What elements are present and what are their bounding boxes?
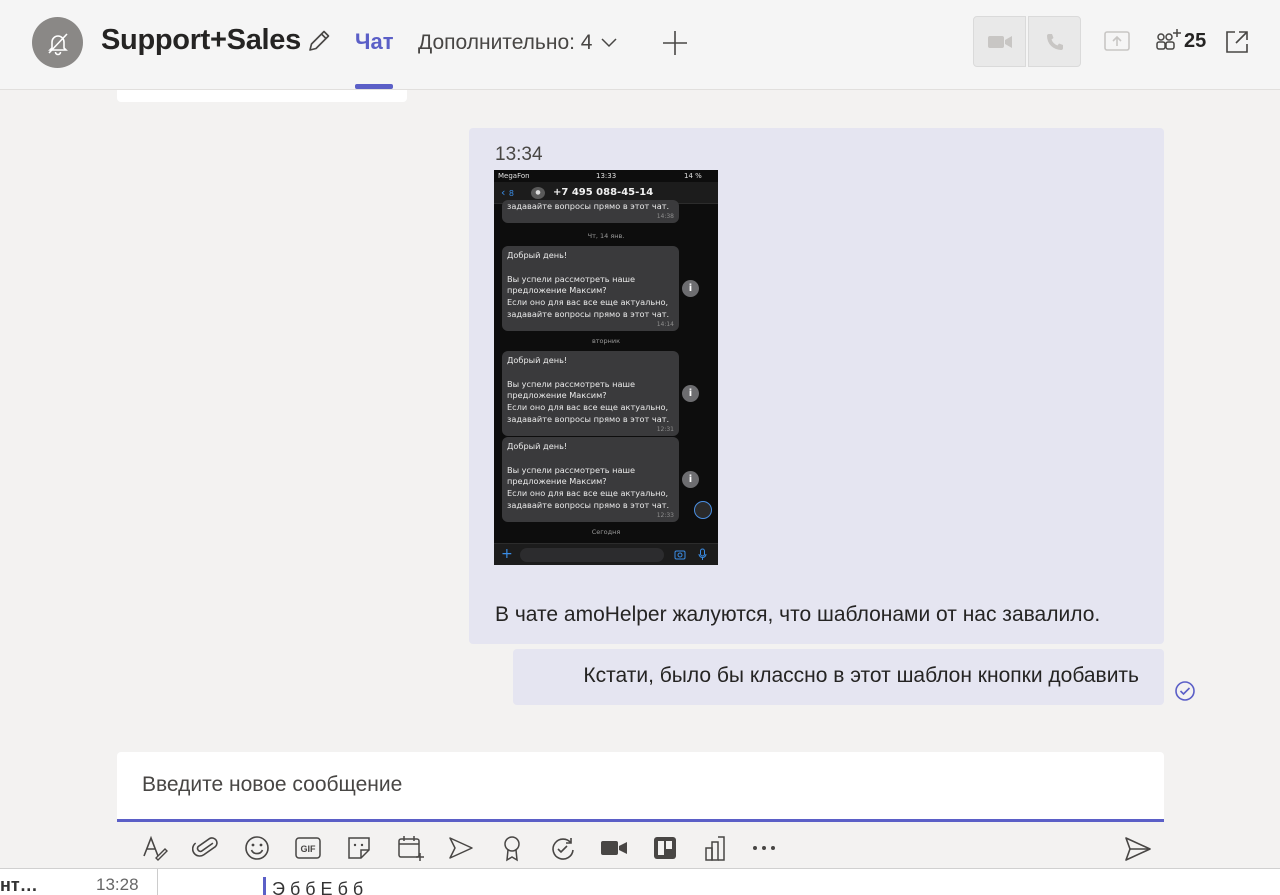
attached-screenshot-image[interactable]: MegaFon 13:33 14 % ‹ 8 ● +7 495 088-45-1… [494,170,718,565]
format-icon[interactable] [140,833,170,863]
compose-box[interactable] [117,752,1164,822]
video-call-button[interactable] [973,16,1026,67]
chat-header: Support+Sales Чат Дополнительно: 4 25 [0,0,1280,90]
analytics-icon[interactable] [701,833,731,863]
schedule-meeting-icon[interactable] [395,833,425,863]
phone-battery: 14 % [684,172,702,180]
message-bubble-followup[interactable]: Кстати, было бы классно в этот шаблон кн… [513,649,1164,705]
phone-icon [1046,33,1063,50]
phone-info-icon: i [682,385,699,402]
background-timestamp: 13:28 [96,875,139,894]
phone-status-bar: MegaFon 13:33 14 % [494,170,718,182]
phone-mic-icon [698,548,707,560]
active-tab-indicator [355,84,393,89]
previous-message-card [117,90,407,102]
background-divider [157,869,158,895]
background-text: Э б б Е б б [272,879,364,895]
video-camera-icon [987,35,1012,48]
tab-more-label: Дополнительно: 4 [418,31,593,54]
message-bubble[interactable]: 13:34 MegaFon 13:33 14 % ‹ 8 ● +7 495 08… [469,128,1164,644]
pop-out-icon[interactable] [1224,29,1250,55]
phone-camera-icon [674,550,686,560]
phone-date-divider: Чт, 14 янв. [587,232,625,240]
phone-date-divider: вторник [591,337,621,345]
stream-icon[interactable] [446,833,476,863]
share-screen-icon[interactable] [1103,29,1131,55]
phone-clock: 13:33 [596,172,617,180]
message-timestamp: 13:34 [495,144,543,165]
tab-more-dropdown[interactable]: Дополнительно: 4 [418,31,617,55]
phone-bubble: Добрый день! Вы успели рассмотреть наше … [502,351,679,436]
edit-pencil-icon[interactable] [306,28,332,54]
chevron-down-icon [600,38,617,48]
audio-call-button[interactable] [1028,16,1081,67]
message-input[interactable] [142,773,1142,797]
phone-contact-number: +7 495 088-45-14 [553,187,654,198]
message-text: В чате amoHelper жалуются, что шаблонами… [495,603,1101,626]
phone-info-icon: i [682,471,699,488]
phone-contact-avatar: ● [531,187,545,199]
phone-info-icon: i [682,280,699,297]
phone-bubble: Добрый день! Вы успели рассмотреть наше … [502,437,679,522]
emoji-icon[interactable] [242,833,272,863]
attach-icon[interactable] [191,833,221,863]
phone-date-divider: Сегодня [591,528,621,536]
svg-text:GIF: GIF [301,844,317,854]
phone-bubble: Добрый день! Вы успели рассмотреть наше … [502,246,679,331]
phone-plus-icon: + [501,546,513,562]
participants-count: 25 [1184,29,1207,52]
add-tab-icon[interactable] [660,28,690,58]
background-accent-bar [263,877,266,895]
people-add-icon [1156,29,1181,50]
compose-toolbar: GIF [117,830,1164,866]
phone-bubble-fragment: задавайте вопросы прямо в этот чат. 14:3… [502,200,679,223]
background-window-strip: нт… 13:28 Э б б Е б б [0,868,1280,895]
video-app-icon[interactable] [599,833,629,863]
more-icon[interactable] [749,833,779,863]
chat-title: Support+Sales [101,24,301,56]
loop-icon[interactable] [548,833,578,863]
phone-carrier: MegaFon [498,172,530,180]
send-icon[interactable] [1123,834,1153,864]
read-receipt-icon [1175,681,1195,701]
trello-icon[interactable] [650,833,680,863]
phone-back-icon: ‹ 8 [501,186,514,199]
phone-compose-bar: + [494,543,718,565]
group-avatar[interactable] [32,17,83,68]
praise-icon[interactable] [497,833,527,863]
phone-scroll-down-icon [694,501,712,519]
tab-chat[interactable]: Чат [355,29,393,55]
phone-input [520,548,664,562]
message-text: Кстати, было бы классно в этот шаблон кн… [583,664,1139,687]
gif-icon[interactable]: GIF [293,833,323,863]
muted-bell-icon [47,32,68,55]
participants-button[interactable]: 25 [1154,28,1206,54]
background-chat-name: нт… [0,875,38,895]
sticker-icon[interactable] [344,833,374,863]
